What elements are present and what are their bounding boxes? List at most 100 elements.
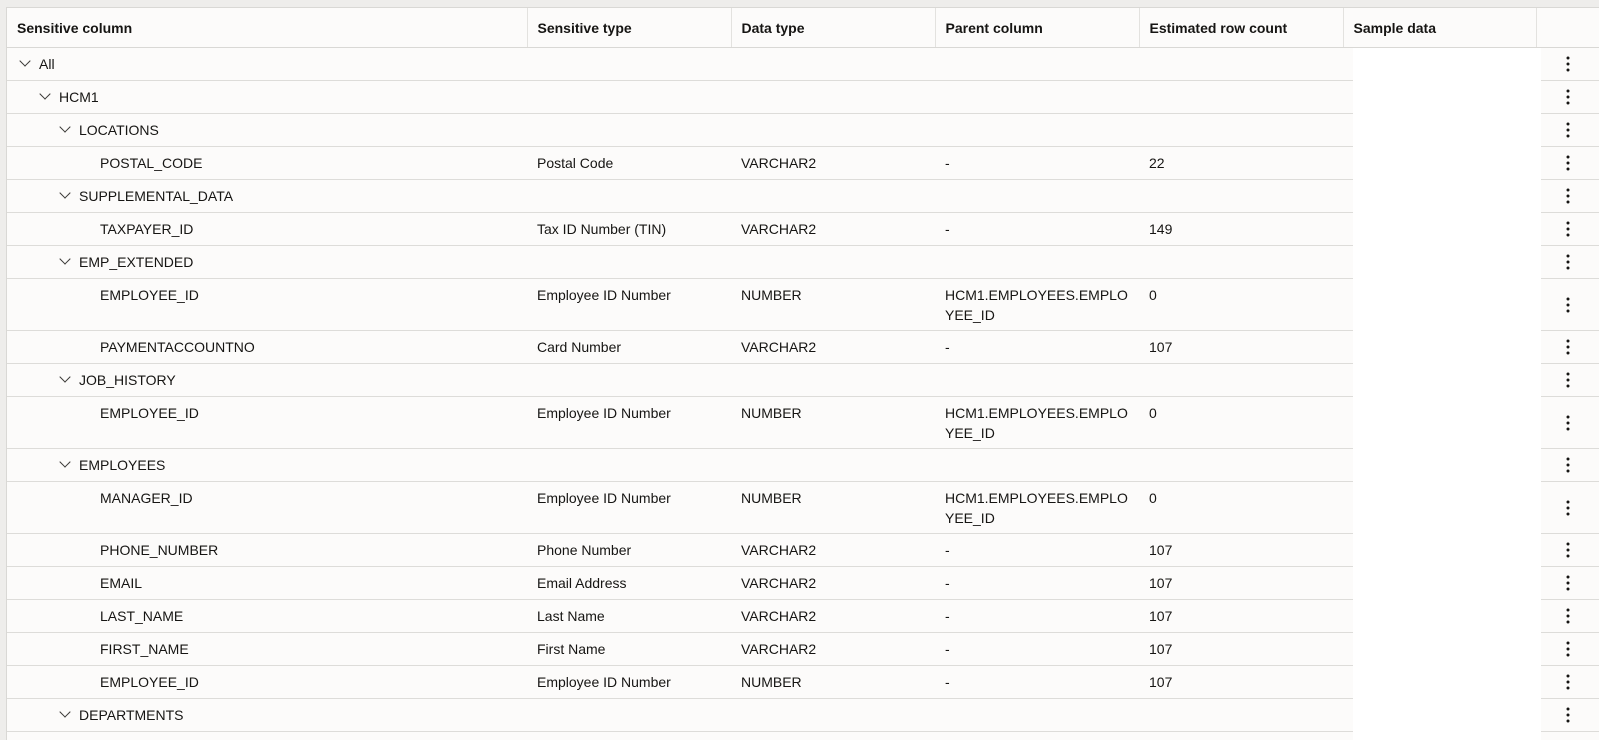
- tree-group-row[interactable]: JOB_HISTORY: [7, 363, 1599, 397]
- sensitive-columns-table: Sensitive column Sensitive type Data typ…: [7, 8, 1599, 732]
- table-row[interactable]: EMAIL Email Address VARCHAR2 - 107: [7, 566, 1599, 600]
- column-header-parent-column[interactable]: Parent column: [935, 8, 1140, 48]
- cell-estimated-row-count-value: 0: [1149, 405, 1157, 421]
- column-name-label: JOB_HISTORY: [79, 372, 176, 388]
- tree-group-row[interactable]: EMP_EXTENDED: [7, 245, 1599, 279]
- cell-parent-column-value: -: [945, 575, 950, 591]
- kebab-menu-icon[interactable]: [1566, 542, 1570, 558]
- column-name-label: MANAGER_ID: [100, 490, 193, 506]
- cell-data-type: [731, 448, 935, 482]
- cell-actions: [1535, 179, 1599, 213]
- cell-actions: [1535, 146, 1599, 180]
- cell-parent-column: -: [935, 212, 1139, 246]
- cell-parent-column-value: -: [945, 339, 950, 355]
- kebab-menu-icon[interactable]: [1566, 707, 1570, 723]
- cell-sensitive-type-value: Employee ID Number: [537, 287, 671, 303]
- kebab-menu-icon[interactable]: [1566, 254, 1570, 270]
- kebab-menu-icon[interactable]: [1566, 674, 1570, 690]
- tree-group-row[interactable]: SUPPLEMENTAL_DATA: [7, 179, 1599, 213]
- column-name-label: EMAIL: [100, 575, 143, 591]
- cell-data-type-value: NUMBER: [741, 490, 802, 506]
- kebab-menu-icon[interactable]: [1566, 641, 1570, 657]
- cell-actions: [1535, 448, 1599, 482]
- kebab-menu-icon[interactable]: [1566, 56, 1570, 72]
- cell-sample-data: [1343, 698, 1536, 732]
- kebab-menu-icon[interactable]: [1566, 608, 1570, 624]
- cell-parent-column: -: [935, 566, 1139, 600]
- cell-data-type: [731, 80, 935, 114]
- cell-estimated-row-count-value: 107: [1149, 575, 1173, 591]
- cell-estimated-row-count-value: 0: [1149, 490, 1157, 506]
- cell-data-type: VARCHAR2: [731, 330, 935, 364]
- kebab-menu-icon[interactable]: [1566, 297, 1570, 312]
- cell-estimated-row-count: 22: [1139, 146, 1343, 180]
- cell-sample-data: [1343, 146, 1536, 180]
- chevron-down-icon[interactable]: [59, 706, 71, 718]
- table-row[interactable]: EMPLOYEE_ID Employee ID Number NUMBER HCM1.…: [7, 396, 1599, 449]
- column-header-sensitive-column[interactable]: Sensitive column: [7, 8, 528, 48]
- cell-sensitive-type: Email Address: [527, 566, 731, 600]
- kebab-menu-icon[interactable]: [1566, 89, 1570, 105]
- cell-estimated-row-count: [1139, 448, 1343, 482]
- table-row[interactable]: MANAGER_ID Employee ID Number NUMBER HCM1.E…: [7, 481, 1599, 534]
- table-row[interactable]: PHONE_NUMBER Phone Number VARCHAR2 - 107: [7, 533, 1599, 567]
- kebab-menu-icon[interactable]: [1566, 155, 1570, 171]
- tree-group-row[interactable]: EMPLOYEES: [7, 448, 1599, 482]
- kebab-menu-icon[interactable]: [1566, 188, 1570, 204]
- table-row[interactable]: EMPLOYEE_ID Employee ID Number NUMBER HCM1.…: [7, 278, 1599, 331]
- column-header-sample-data[interactable]: Sample data: [1343, 8, 1537, 48]
- cell-sensitive-column: EMPLOYEE_ID: [7, 665, 527, 699]
- column-name-label: EMPLOYEE_ID: [100, 405, 199, 421]
- cell-estimated-row-count: [1139, 47, 1343, 81]
- cell-sensitive-type: [527, 47, 731, 81]
- column-header-sensitive-type[interactable]: Sensitive type: [527, 8, 732, 48]
- tree-group-row[interactable]: All: [7, 47, 1599, 81]
- kebab-menu-icon[interactable]: [1566, 372, 1570, 388]
- kebab-menu-icon[interactable]: [1566, 415, 1570, 430]
- column-name-label: HCM1: [59, 89, 99, 105]
- kebab-menu-icon[interactable]: [1566, 339, 1570, 355]
- kebab-menu-icon[interactable]: [1566, 575, 1570, 591]
- tree-group-row[interactable]: LOCATIONS: [7, 113, 1599, 147]
- cell-actions: [1535, 665, 1599, 699]
- column-header-actions: [1536, 8, 1599, 48]
- kebab-menu-icon[interactable]: [1566, 122, 1570, 138]
- chevron-down-icon[interactable]: [59, 371, 71, 383]
- kebab-menu-icon[interactable]: [1566, 457, 1570, 473]
- table-row[interactable]: TAXPAYER_ID Tax ID Number (TIN) VARCHAR2 - 1…: [7, 212, 1599, 246]
- cell-actions: [1535, 396, 1599, 449]
- tree-group-row[interactable]: DEPARTMENTS: [7, 698, 1599, 732]
- cell-parent-column: -: [935, 632, 1139, 666]
- chevron-down-icon[interactable]: [39, 88, 51, 100]
- table-row[interactable]: FIRST_NAME First Name VARCHAR2 - 107: [7, 632, 1599, 666]
- cell-estimated-row-count: 107: [1139, 632, 1343, 666]
- cell-data-type: VARCHAR2: [731, 212, 935, 246]
- kebab-menu-icon[interactable]: [1566, 221, 1570, 237]
- cell-actions: [1535, 533, 1599, 567]
- table-row[interactable]: LAST_NAME Last Name VARCHAR2 - 107: [7, 599, 1599, 633]
- table-row[interactable]: POSTAL_CODE Postal Code VARCHAR2 - 22: [7, 146, 1599, 180]
- chevron-down-icon[interactable]: [59, 456, 71, 468]
- cell-estimated-row-count-value: 107: [1149, 674, 1173, 690]
- column-header-estimated-row-count[interactable]: Estimated row count: [1139, 8, 1344, 48]
- table-row[interactable]: EMPLOYEE_ID Employee ID Number NUMBER - 107: [7, 665, 1599, 699]
- cell-sensitive-column: EMPLOYEE_ID: [7, 278, 527, 331]
- chevron-down-icon[interactable]: [19, 55, 31, 67]
- cell-data-type-value: VARCHAR2: [741, 608, 817, 624]
- cell-sample-data: [1343, 396, 1536, 449]
- cell-sample-data: [1343, 212, 1536, 246]
- cell-sample-data: [1343, 448, 1536, 482]
- chevron-down-icon[interactable]: [59, 121, 71, 133]
- cell-data-type-value: VARCHAR2: [741, 542, 817, 558]
- cell-actions: [1535, 599, 1599, 633]
- chevron-down-icon[interactable]: [59, 187, 71, 199]
- tree-group-row[interactable]: HCM1: [7, 80, 1599, 114]
- column-name-label: All: [39, 56, 55, 72]
- cell-estimated-row-count-value: 107: [1149, 641, 1173, 657]
- chevron-down-icon[interactable]: [59, 253, 71, 265]
- cell-sensitive-column: SUPPLEMENTAL_DATA: [7, 179, 527, 213]
- column-header-data-type[interactable]: Data type: [731, 8, 936, 48]
- kebab-menu-icon[interactable]: [1566, 500, 1570, 515]
- table-row[interactable]: PAYMENTACCOUNTNO Card Number VARCHAR2 - 107: [7, 330, 1599, 364]
- cell-parent-column-value: -: [945, 155, 950, 171]
